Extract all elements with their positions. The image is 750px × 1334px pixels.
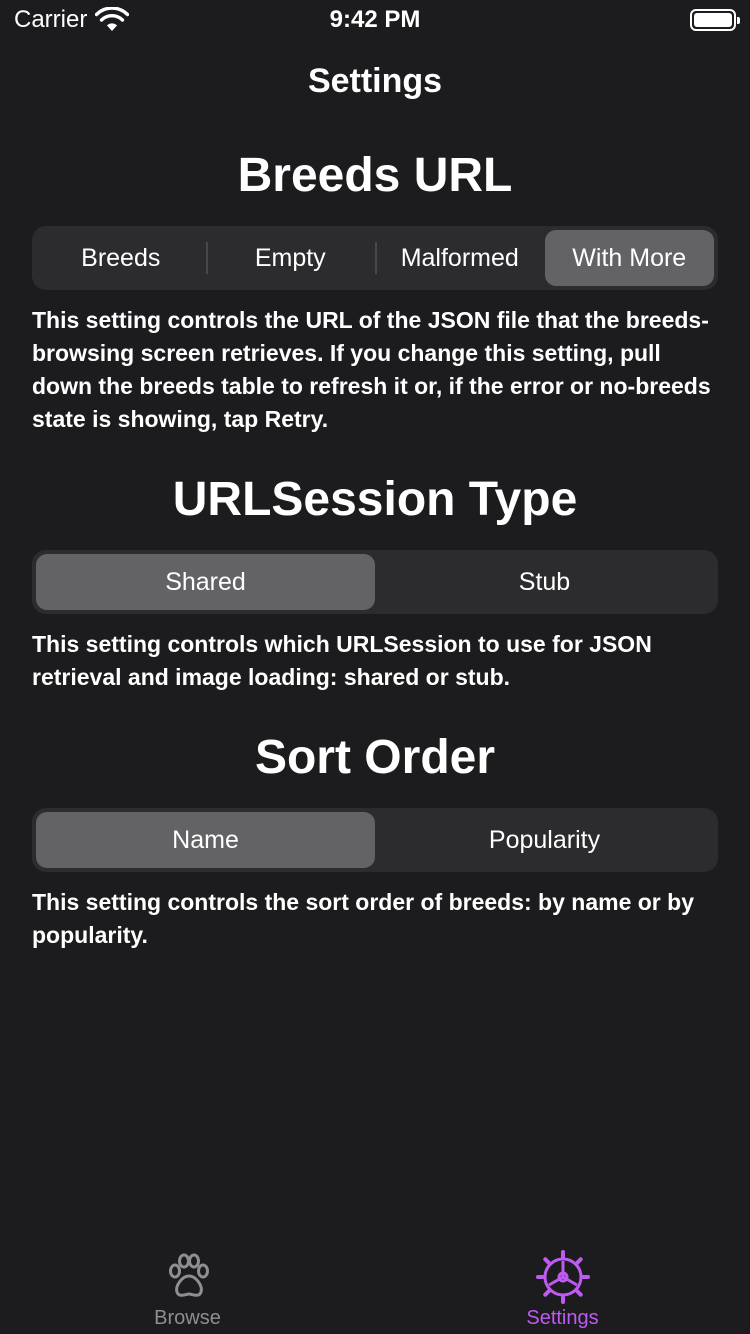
segment-breeds[interactable]: Breeds — [36, 230, 206, 286]
urlsession-segmented-control: Shared Stub — [32, 550, 718, 614]
tab-settings[interactable]: Settings — [375, 1249, 750, 1330]
urlsession-type-title: URLSession Type — [172, 473, 578, 526]
status-bar: Carrier 9:42 PM — [0, 0, 750, 40]
tab-browse-label: Browse — [154, 1307, 221, 1329]
segment-malformed[interactable]: Malformed — [375, 230, 545, 286]
sort-order-segmented-control: Name Popularity — [32, 808, 718, 872]
breeds-url-segmented-control: Breeds Empty Malformed With More — [32, 226, 718, 290]
breeds-url-title: Breeds URL — [237, 149, 513, 202]
segment-with-more[interactable]: With More — [544, 230, 714, 286]
segment-name[interactable]: Name — [36, 812, 375, 868]
urlsession-description: This setting controls which URLSession t… — [32, 631, 652, 690]
sort-order-description: This setting controls the sort order of … — [32, 889, 694, 948]
segment-shared[interactable]: Shared — [36, 554, 375, 610]
clock: 9:42 PM — [329, 6, 421, 33]
tab-bar: Browse Settings — [0, 1236, 750, 1334]
tab-browse[interactable]: Browse — [0, 1249, 375, 1330]
sort-order-title: Sort Order — [254, 731, 496, 784]
segment-empty[interactable]: Empty — [205, 230, 376, 286]
tab-settings-label: Settings — [526, 1307, 599, 1329]
segment-popularity[interactable]: Popularity — [375, 812, 714, 868]
segment-stub[interactable]: Stub — [375, 554, 714, 610]
paw-icon — [168, 1253, 209, 1297]
battery-icon — [690, 9, 740, 31]
breeds-url-description: This setting controls the URL of the JSO… — [32, 307, 711, 432]
page-title: Settings — [307, 62, 443, 100]
gear-icon — [535, 1250, 590, 1304]
